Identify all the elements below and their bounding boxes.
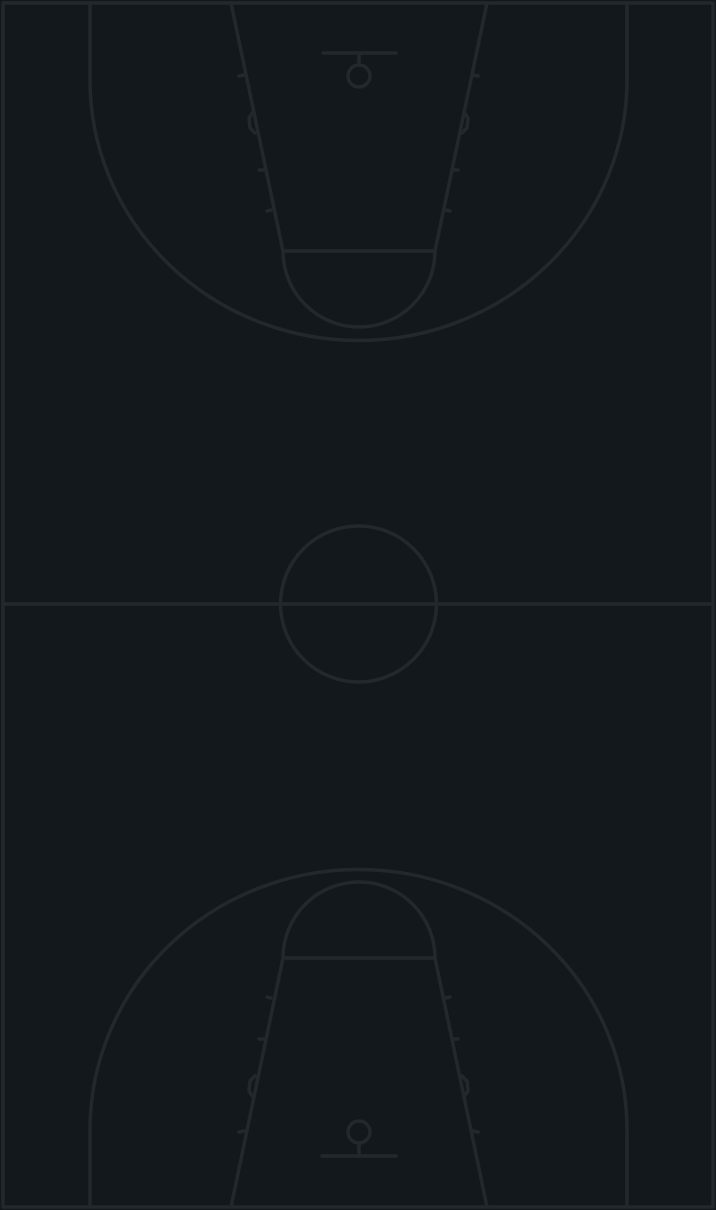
top-lane-hash [471, 73, 480, 78]
bottom-lane-hash [237, 1129, 246, 1134]
top-lane-hash [237, 73, 246, 78]
top-lane-hash [444, 208, 452, 213]
basketball-court [0, 0, 716, 1210]
top-lane-hash [265, 208, 273, 213]
bottom-lane-hash [471, 1129, 480, 1134]
court-diagram [0, 0, 716, 1210]
bottom-lane-hash [444, 995, 452, 1000]
bottom-lane-hash [265, 995, 273, 1000]
